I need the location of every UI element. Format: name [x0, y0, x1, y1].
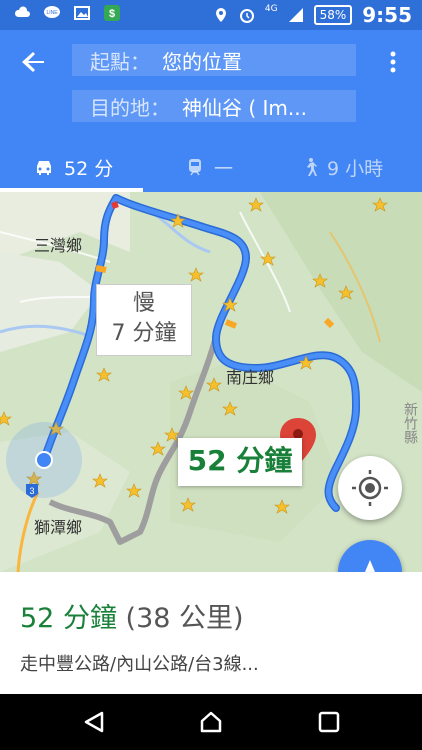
tab-driving[interactable]: 52 分 [34, 142, 113, 192]
line-icon: LINE [44, 6, 60, 18]
destination-value: 神仙谷 ( Im... [182, 95, 307, 120]
back-icon[interactable] [82, 710, 106, 734]
county-side-text: 新竹縣 [402, 402, 418, 444]
svg-text:LINE: LINE [46, 10, 58, 16]
image-icon [74, 6, 90, 20]
my-location-button[interactable] [338, 456, 402, 520]
road-shield-number: 3 [29, 486, 34, 496]
maps-directions-screen: LINE $ 4G 58% 9:55 起點： 您的位置 目的地： 神仙谷 ( I… [0, 0, 422, 750]
back-arrow-icon[interactable] [18, 46, 50, 78]
travel-mode-tabs: 52 分 一 9 小時 [0, 142, 422, 192]
svg-text:$: $ [109, 8, 115, 20]
location-icon [215, 8, 226, 22]
destination-label: 目的地： [90, 95, 170, 120]
signal-icon [288, 8, 303, 22]
tab-transit-label: 一 [214, 157, 234, 180]
status-bar: LINE $ 4G 58% 9:55 [0, 0, 422, 30]
destination-field[interactable]: 目的地： 神仙谷 ( Im... [72, 90, 356, 122]
tab-driving-label: 52 分 [64, 157, 114, 180]
s-app-icon: $ [104, 5, 120, 21]
crosshair-icon [352, 470, 388, 506]
start-value: 您的位置 [162, 49, 242, 74]
start-label: 起點： [90, 49, 150, 74]
network-type: 4G [264, 4, 278, 14]
alternate-route-tag: 慢 [132, 291, 155, 316]
alternate-route-time: 7 分鐘 [111, 321, 177, 346]
place-label-nanzhuang: 南庄鄉 [226, 368, 275, 387]
route-summary: 52 分鐘 (38 公里) [20, 596, 244, 635]
route-duration-callout[interactable]: 52 分鐘 [178, 438, 302, 486]
recents-icon[interactable] [317, 710, 341, 734]
start-field[interactable]: 起點： 您的位置 [72, 44, 356, 76]
place-label-shitan: 獅潭鄉 [34, 518, 83, 537]
tab-walking-label: 9 小時 [327, 157, 384, 180]
route-duration: 52 分鐘 [20, 603, 117, 634]
home-icon[interactable] [199, 710, 223, 734]
directions-header: 起點： 您的位置 目的地： 神仙谷 ( Im... 52 分 一 9 小時 [0, 30, 422, 192]
cloud-upload-icon [14, 6, 30, 17]
alarm-icon [239, 9, 254, 23]
tab-walking[interactable]: 9 小時 [303, 142, 383, 192]
tab-transit[interactable]: 一 [186, 142, 233, 192]
walking-icon [307, 158, 317, 176]
route-distance: (38 公里) [125, 603, 244, 634]
system-navigation-bar [0, 694, 422, 750]
train-icon [189, 159, 201, 176]
route-summary-sheet[interactable]: 52 分鐘 (38 公里) 走中豐公路/內山公路/台3線... [0, 572, 422, 694]
alternate-route-callout[interactable]: 慢 7 分鐘 [96, 284, 192, 356]
more-vert-icon[interactable] [388, 50, 398, 74]
battery-indicator: 58% [313, 5, 353, 25]
route-via: 走中豐公路/內山公路/台3線... [20, 654, 259, 675]
place-label-sanwan: 三灣鄉 [34, 236, 83, 255]
car-icon [37, 161, 51, 175]
clock: 9:55 [362, 3, 412, 27]
